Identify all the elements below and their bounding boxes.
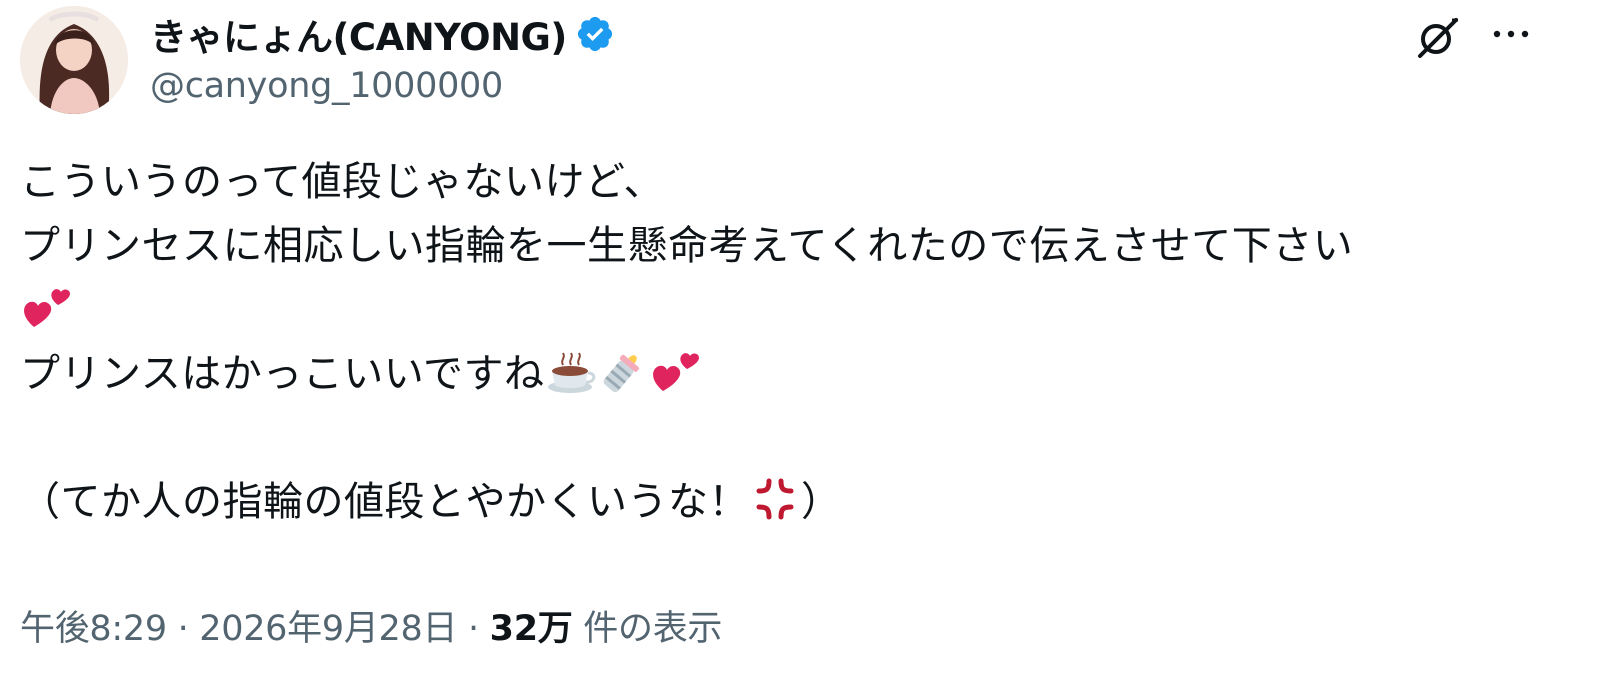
views-count[interactable]: 32万	[490, 609, 573, 649]
more-options-icon[interactable]	[1490, 24, 1532, 44]
tweet-time[interactable]: 午後8:29	[20, 609, 167, 649]
tweet-date[interactable]: 2026年9月28日	[199, 609, 457, 649]
tweet-line-1: こういうのって値段じゃないけど、	[20, 159, 664, 205]
author-display-name[interactable]: きゃにょん(CANYONG)	[150, 7, 567, 61]
author-block: きゃにょん(CANYONG) @canyong_1000000	[150, 8, 615, 106]
avatar[interactable]	[20, 6, 128, 114]
meta-separator: ·	[166, 609, 200, 649]
anger-symbol-icon	[756, 478, 794, 520]
tweet-text: こういうのって値段じゃないけど、 プリンセスに相応しい指輪を一生懸命考えてくれた…	[20, 150, 1580, 534]
tweet-line-2: プリンセスに相応しい指輪を一生懸命考えてくれたので伝えさせて下さい	[20, 223, 1354, 269]
two-hearts-icon	[652, 353, 699, 391]
tweet-line-3: プリンスはかっこいいですね	[20, 351, 545, 397]
display-name-row: きゃにょん(CANYONG)	[150, 8, 615, 60]
views-label: 件の表示	[572, 609, 723, 649]
avatar-image	[20, 6, 128, 114]
meta-separator: ·	[457, 609, 490, 649]
tweet-line-4: （てか人の指輪の値段とやかくいうな！	[20, 479, 749, 525]
verified-badge-icon[interactable]	[575, 14, 615, 54]
tweet-metadata: 午後8:29 · 2026年9月28日 · 32万 件の表示	[20, 600, 722, 651]
grok-icon[interactable]	[1412, 14, 1462, 64]
baby-bottle-icon	[603, 354, 639, 393]
two-hearts-icon	[24, 289, 70, 327]
tweet-line-4-end: ）	[801, 479, 842, 525]
author-handle[interactable]: @canyong_1000000	[150, 66, 615, 106]
hot-beverage-icon	[547, 352, 595, 393]
